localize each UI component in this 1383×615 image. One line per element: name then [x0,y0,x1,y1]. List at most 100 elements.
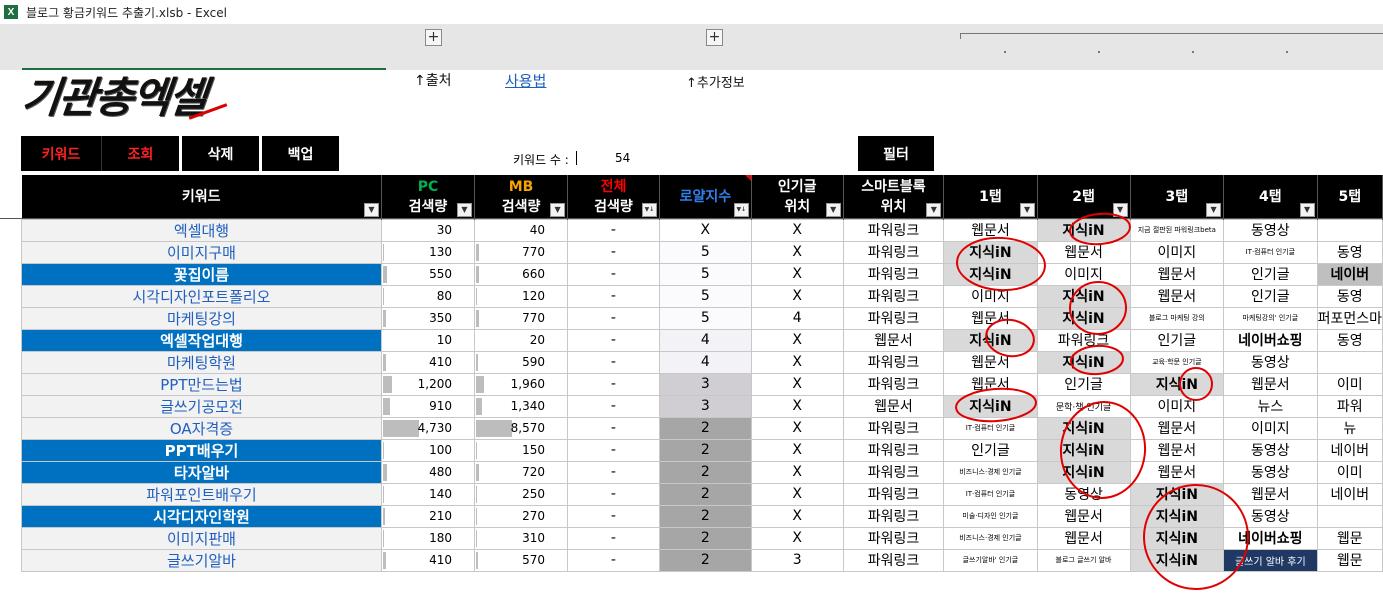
total-volume-cell[interactable]: - [567,284,660,308]
filter-dropdown-icon[interactable]: ▼ [825,202,841,217]
smartblock-position-cell[interactable]: 파워링크 [842,284,945,308]
filter-dropdown-icon[interactable]: ▼ [363,202,379,217]
pc-volume-cell[interactable]: 80 [380,284,476,308]
mb-volume-cell[interactable]: 1,340 [473,394,569,418]
keyword-cell[interactable]: 글쓰기알바 [21,548,382,572]
total-volume-cell[interactable]: - [567,438,660,462]
pc-volume-cell[interactable]: 180 [380,526,476,550]
tab-2-cell[interactable]: 지식iN [1036,438,1131,462]
filter-button[interactable]: 필터 [858,136,934,171]
popular-position-cell[interactable]: 3 [750,548,844,572]
total-volume-cell[interactable]: - [567,416,660,440]
tab-2-cell[interactable]: 인기글 [1036,372,1131,396]
total-volume-cell[interactable]: - [567,328,660,352]
filter-dropdown-icon[interactable]: ▼ [1019,202,1035,217]
pc-volume-cell[interactable]: 140 [380,482,476,506]
keyword-cell[interactable]: 꽃집이름 [21,262,382,286]
tab-3-cell[interactable]: 웹문서 [1129,284,1225,308]
popular-position-cell[interactable]: X [750,350,844,374]
tab-3-cell[interactable]: 웹문서 [1129,262,1225,286]
tab-3-cell[interactable]: 웹문서 [1129,460,1225,484]
total-volume-cell[interactable]: - [567,218,660,242]
pc-volume-cell[interactable]: 210 [380,504,476,528]
mb-volume-cell[interactable]: 120 [473,284,569,308]
tab-1-cell[interactable]: 비즈니스·경제 인기글 [943,460,1038,484]
tab-5-cell[interactable] [1316,218,1383,242]
delete-button[interactable]: 삭제 [182,136,259,171]
keyword-cell[interactable]: OA자격증 [21,416,382,440]
mb-volume-cell[interactable]: 150 [473,438,569,462]
tab-5-cell[interactable]: 네이버 [1316,262,1383,286]
smartblock-position-cell[interactable]: 파워링크 [842,350,945,374]
tab-2-cell[interactable]: 지식iN [1036,350,1131,374]
popular-position-cell[interactable]: X [750,328,844,352]
tab-1-cell[interactable]: 인기글 [943,438,1038,462]
tab-1-cell[interactable]: 웹문서 [943,218,1038,242]
tab-2-cell[interactable]: 지식iN [1036,306,1131,330]
keyword-cell[interactable]: 글쓰기공모전 [21,394,382,418]
smartblock-position-cell[interactable]: 파워링크 [842,438,945,462]
pc-volume-cell[interactable]: 10 [380,328,476,352]
pc-volume-cell[interactable]: 130 [380,240,476,264]
tab-1-cell[interactable]: 웹문서 [943,306,1038,330]
tab-4-cell[interactable]: 동영상 [1223,504,1318,528]
smartblock-position-cell[interactable]: 파워링크 [842,504,945,528]
tab-3-cell[interactable]: 인기글 [1129,328,1225,352]
royal-index-cell[interactable]: 5 [658,240,752,264]
filter-dropdown-icon[interactable]: ▼ [550,202,566,217]
tab-1-cell[interactable]: 비즈니스·경제 인기글 [943,526,1038,550]
tab-5-cell[interactable]: 동영 [1316,284,1383,308]
royal-index-cell[interactable]: 2 [658,482,752,506]
mb-volume-cell[interactable]: 270 [473,504,569,528]
smartblock-position-cell[interactable]: 파워링크 [842,548,945,572]
tab-1-cell[interactable]: 미술·디자인 인기글 [943,504,1038,528]
expand-group-button[interactable]: + [706,29,723,46]
mb-volume-cell[interactable]: 310 [473,526,569,550]
tab-1-cell[interactable]: 지식iN [943,262,1038,286]
mb-volume-cell[interactable]: 720 [473,460,569,484]
royal-index-cell[interactable]: X [658,218,752,242]
tab-3-cell[interactable]: 이미지 [1129,240,1225,264]
extra-info-link[interactable]: ↑추가정보 [686,72,745,91]
tab-4-cell[interactable]: 동영상 [1223,350,1318,374]
pc-volume-cell[interactable]: 4,730 [380,416,476,440]
pc-volume-cell[interactable]: 410 [380,350,476,374]
keyword-cell[interactable]: 엑셀대행 [21,218,382,242]
filter-dropdown-icon[interactable]: ▼ [926,202,942,217]
mb-volume-cell[interactable]: 590 [473,350,569,374]
smartblock-position-cell[interactable]: 파워링크 [842,526,945,550]
popular-position-cell[interactable]: X [750,438,844,462]
popular-position-cell[interactable]: X [750,504,844,528]
tab-1-cell[interactable]: 지식iN [943,394,1038,418]
popular-position-cell[interactable]: X [750,526,844,550]
filter-dropdown-icon[interactable]: ▼↓ [733,202,749,217]
tab-2-cell[interactable]: 지식iN [1036,416,1131,440]
popular-position-cell[interactable]: X [750,482,844,506]
tab-5-cell[interactable]: 동영 [1316,240,1383,264]
tab-2-cell[interactable]: 웹문서 [1036,504,1131,528]
mb-volume-cell[interactable]: 570 [473,548,569,572]
keyword-cell[interactable]: 타자알바 [21,460,382,484]
tab-1-cell[interactable]: 지식iN [943,240,1038,264]
smartblock-position-cell[interactable]: 파워링크 [842,372,945,396]
tab-3-cell[interactable]: 지식iN [1129,504,1225,528]
tab-1-cell[interactable]: IT·컴퓨터 인기글 [943,482,1038,506]
tab-3-cell[interactable]: 웹문서 [1129,438,1225,462]
keyword-button[interactable]: 키워드 [21,136,101,171]
tab-2-cell[interactable]: 지식iN [1036,284,1131,308]
keyword-cell[interactable]: PPT배우기 [21,438,382,462]
tab-5-cell[interactable]: 이미 [1316,460,1383,484]
total-volume-cell[interactable]: - [567,548,660,572]
tab-3-cell[interactable]: 지식iN [1129,372,1225,396]
popular-position-cell[interactable]: X [750,372,844,396]
tab-4-cell[interactable]: 인기글 [1223,284,1318,308]
popular-position-cell[interactable]: X [750,460,844,484]
tab-5-cell[interactable]: 웹문 [1316,548,1383,572]
tab-5-cell[interactable]: 네이버 [1316,438,1383,462]
total-volume-cell[interactable]: - [567,482,660,506]
keyword-cell[interactable]: 파워포인트배우기 [21,482,382,506]
tab-1-cell[interactable]: 지식iN [943,328,1038,352]
popular-position-cell[interactable]: X [750,284,844,308]
royal-index-cell[interactable]: 2 [658,548,752,572]
royal-index-cell[interactable]: 2 [658,504,752,528]
